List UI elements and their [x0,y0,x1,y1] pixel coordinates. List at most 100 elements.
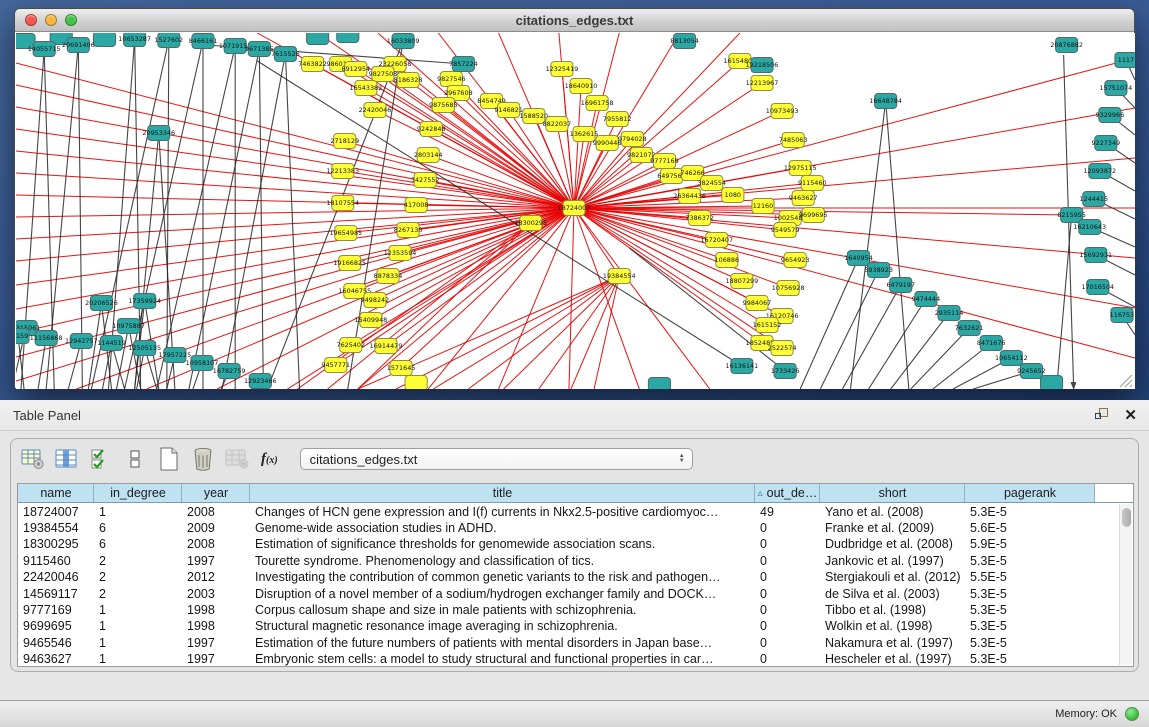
graph-node[interactable] [93,33,115,47]
cell-out_degree: 0 [755,569,820,585]
minimize-window-button[interactable] [45,14,57,26]
cell-name: 18300295 [18,536,94,552]
cell-short: de Silva et al. (2003) [820,585,965,601]
graph-node-label: 12353594 [384,249,417,257]
delete-table-icon[interactable] [189,446,216,473]
graph-node-label: 9227349 [1092,139,1121,147]
cell-out_degree: 0 [755,585,820,601]
cell-short: Hescheler et al. (1997) [820,651,965,667]
cell-pagerank: 5.3E-5 [965,552,1095,568]
graph-node-label: 8878334 [374,272,403,280]
table-row[interactable]: 911546021997Tourette syndrome. Phenomeno… [18,552,1133,568]
cell-pagerank: 5.3E-5 [965,634,1095,650]
network-view-window: citations_edges.txt 18724007183002951938… [14,8,1135,389]
cell-title: Tourette syndrome. Phenomenology and cla… [250,552,755,568]
network-canvas[interactable]: 1872400718300295193845547463822986012889… [16,33,1135,389]
new-table-icon[interactable] [155,446,182,473]
table-selector-value: citations_edges.txt [310,452,679,467]
table-row[interactable]: 1830029562008Estimation of significance … [18,536,1133,552]
graph-node-label: 9474444 [912,295,941,303]
cell-in_degree: 1 [94,651,182,667]
cell-name: 9465546 [18,634,94,650]
graph-node[interactable] [1040,376,1062,390]
graph-node-label: 10653287 [118,35,151,43]
vertical-scrollbar[interactable] [1119,504,1132,665]
graph-node-label: 7463822 [298,60,327,68]
table-row[interactable]: 977716911998Corpus callosum shape and si… [18,601,1133,617]
graph-node-label: 12213383 [326,167,359,175]
graph-node-label: 20691406 [62,41,95,49]
cell-title: Changes of HCN gene expression and I(f) … [250,503,755,519]
table-selector-dropdown[interactable]: citations_edges.txt ▲▼ [300,448,693,470]
graph-node-label: 1571645 [387,364,416,372]
cell-in_degree: 2 [94,569,182,585]
graph-node[interactable] [307,33,329,45]
nodes-layer: 1872400718300295193845547463822986012889… [16,33,1135,389]
memory-status-label: Memory: OK [1055,708,1117,720]
column-header-pagerank[interactable]: pagerank [965,484,1095,502]
status-bar: Memory: OK [0,700,1149,727]
graph-node-label: 10975887 [112,322,145,330]
column-header-title[interactable]: title [250,484,755,502]
graph-node-label: 1733426 [771,367,800,375]
table-settings-icon[interactable] [19,446,46,473]
window-titlebar[interactable]: citations_edges.txt [15,9,1134,32]
table-row[interactable]: 1456911722003Disruption of a novel membe… [18,585,1133,601]
cell-year: 2008 [182,536,250,552]
zoom-window-button[interactable] [65,14,77,26]
desktop-background: citations_edges.txt 18724007183002951938… [0,0,1149,727]
table-row[interactable]: 946362711997Embryonic stem cells: a mode… [18,651,1133,667]
table-header-row: namein_degreeyeartitle▵out_de…shortpager… [18,484,1133,503]
cell-pagerank: 5.9E-5 [965,536,1095,552]
column-header-in_degree[interactable]: in_degree [94,484,182,502]
graph-node-label: 8912954 [342,65,371,73]
graph-node-label: 3824554 [697,179,726,187]
graph-node-label: 12942757 [65,337,98,345]
graph-node[interactable] [405,376,427,390]
graph-node-label: 12975115 [784,164,817,172]
cell-in_degree: 1 [94,601,182,617]
graph-node-label: 7955812 [603,115,632,123]
cell-title: Structural magnetic resonance image aver… [250,618,755,634]
graph-node[interactable] [648,378,670,390]
graph-node-label: 8822037 [543,120,572,128]
graph-node[interactable] [337,33,359,43]
column-header-name[interactable]: name [18,484,94,502]
graph-node-label: 2803144 [414,151,443,159]
float-panel-icon[interactable] [1095,408,1110,422]
graph-node-label: 7632621 [955,324,984,332]
column-visibility-icon[interactable] [53,446,80,473]
function-builder-icon[interactable]: f(x) [261,451,278,468]
cell-year: 1997 [182,651,250,667]
cell-title: Embryonic stem cells: a model to study s… [250,651,755,667]
cell-title: Estimation of significance thresholds fo… [250,536,755,552]
graph-svg[interactable]: 1872400718300295193845547463822986012889… [16,33,1135,389]
select-columns-icon[interactable] [87,446,114,473]
table-row[interactable]: 1872400712008Changes of HCN gene express… [18,503,1133,519]
graph-node-label: 7615526 [271,50,300,58]
graph-node-label: 6479197 [886,281,915,289]
graph-node-label: 9457771 [321,361,350,369]
memory-status-indicator[interactable] [1125,707,1139,721]
graph-node-label: 16033809 [387,37,420,45]
table-row[interactable]: 946554611997Estimation of the future num… [18,634,1133,650]
resize-grip-icon[interactable] [1120,375,1132,387]
graph-node-label: 1527602 [155,36,184,44]
graph-node-label: 15409948 [355,316,388,324]
graph-node-label: 10756928 [772,284,805,292]
close-panel-icon[interactable]: ✕ [1124,408,1137,423]
column-header-short[interactable]: short [820,484,965,502]
cell-out_degree: 0 [755,601,820,617]
column-header-year[interactable]: year [182,484,250,502]
table-row[interactable]: 1938455462009Genome-wide association stu… [18,519,1133,535]
graph-node-label: 18300295 [514,219,547,227]
graph-node-label: 9794028 [618,135,647,143]
scrollbar-thumb[interactable] [1122,508,1131,527]
row-height-icon[interactable] [121,446,148,473]
table-row[interactable]: 2242004622012Investigating the contribut… [18,569,1133,585]
cell-short: Dudbridge et al. (2008) [820,536,965,552]
close-window-button[interactable] [25,14,37,26]
column-header-out_degree[interactable]: ▵out_de… [755,484,820,502]
cell-in_degree: 6 [94,536,182,552]
table-row[interactable]: 969969511998Structural magnetic resonanc… [18,618,1133,634]
